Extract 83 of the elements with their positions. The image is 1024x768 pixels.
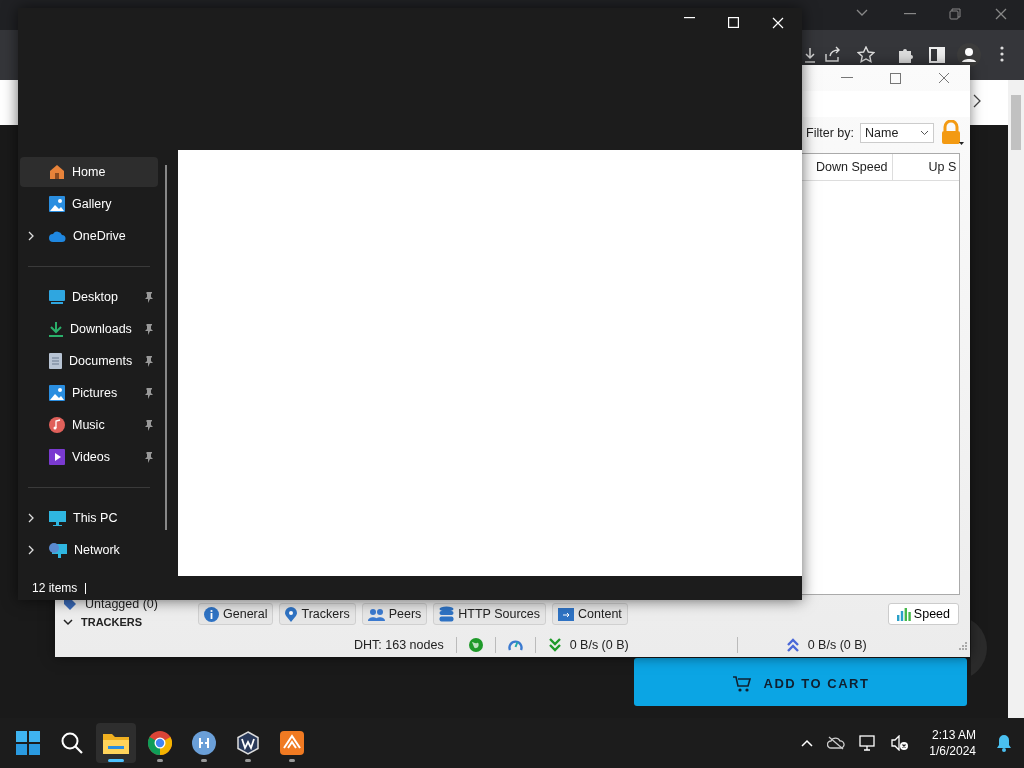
folder-icon [558,607,575,621]
nav-item[interactable]: Home [20,157,158,187]
network-icon [49,542,67,558]
section-header: TRACKERS [81,616,143,628]
nav-item[interactable]: Desktop [20,282,158,312]
tab[interactable]: General [198,603,274,625]
nav-item[interactable]: Gallery [20,189,158,219]
dht-status: DHT: 163 nodes [354,638,444,652]
filter-label: Filter by: [806,126,854,140]
nav-item[interactable]: Pictures [20,378,158,408]
info-icon [204,606,219,622]
globe-icon[interactable] [468,638,483,652]
chevron-right-icon[interactable] [973,94,981,108]
restore-icon[interactable] [949,8,961,20]
download-arrows-icon [547,638,562,652]
nav-item[interactable]: This PC [20,503,158,533]
database-icon [439,606,455,622]
location-pin-icon [285,606,298,622]
pin-icon[interactable] [144,291,154,303]
minimize-icon[interactable] [684,17,695,19]
nav-item[interactable]: Videos [20,442,158,472]
column-header[interactable]: Up S [892,154,957,180]
pin-icon[interactable] [144,355,154,367]
clock-date[interactable]: 1/6/2024 [929,743,976,759]
download-icon[interactable] [804,47,816,63]
upload-speed: 0 B/s (0 B) [807,638,867,652]
nav-item[interactable]: Music [20,410,158,440]
monitor-icon [49,510,66,526]
windows-start-icon[interactable] [16,731,40,755]
speed-button[interactable]: Speed [887,603,959,625]
chevron-up-icon[interactable] [801,739,814,747]
minimize-icon[interactable] [841,77,853,79]
qbittorrent-icon[interactable] [192,731,216,755]
triangle-logo-icon[interactable] [280,731,304,755]
resize-grip-icon[interactable] [957,640,967,650]
chevron-down-icon[interactable] [63,618,73,626]
cloud-off-icon[interactable] [827,736,846,750]
clock-time[interactable]: 2:13 AM [931,727,976,743]
bell-icon[interactable] [996,734,1012,752]
nav-item[interactable]: Downloads [20,314,158,344]
folder-icon[interactable] [103,732,129,754]
music-icon [49,417,65,433]
hexagon-logo-icon[interactable] [236,731,260,755]
monitor-icon[interactable] [859,735,878,751]
desktop-icon [49,290,65,304]
share-icon[interactable] [824,46,842,62]
minimize-icon[interactable] [904,13,916,15]
item-count: 12 items [32,581,78,595]
filter-dropdown[interactable]: Name [860,123,934,143]
tab[interactable]: Trackers [279,603,356,625]
tab[interactable]: Content [552,603,628,625]
picture-icon [49,196,65,212]
nav-item[interactable]: Documents [20,346,158,376]
download-speed: 0 B/s (0 B) [569,638,629,652]
speaker-muted-icon[interactable] [891,735,910,751]
document-icon [49,353,62,369]
side-panel-icon[interactable] [929,47,945,63]
puzzle-icon[interactable] [897,46,915,64]
upload-arrows-icon [785,638,800,652]
cart-icon [731,674,752,693]
menu-icon[interactable] [1000,46,1004,62]
nav-item[interactable]: OneDrive [20,221,158,251]
search-icon[interactable] [61,732,83,754]
house-icon [49,164,65,180]
video-icon [49,449,65,465]
nav-item[interactable]: Network [20,535,158,565]
cloud-icon [49,230,66,242]
profile-icon[interactable] [957,43,981,67]
download-icon [49,321,63,337]
add-to-cart-button[interactable]: ADD TO CART [634,658,967,706]
picture-icon [49,385,65,401]
tab[interactable]: Peers [361,603,428,625]
chrome-icon[interactable] [148,731,172,755]
pin-icon[interactable] [144,419,154,431]
pin-icon[interactable] [144,451,154,463]
bar-chart-icon [896,607,911,621]
gauge-icon[interactable] [507,638,523,652]
people-icon [367,607,385,621]
star-icon[interactable] [857,46,875,63]
pin-icon[interactable] [144,323,154,335]
tab[interactable]: HTTP Sources [433,603,547,625]
pin-icon[interactable] [144,387,154,399]
chevron-down-icon [920,130,929,136]
